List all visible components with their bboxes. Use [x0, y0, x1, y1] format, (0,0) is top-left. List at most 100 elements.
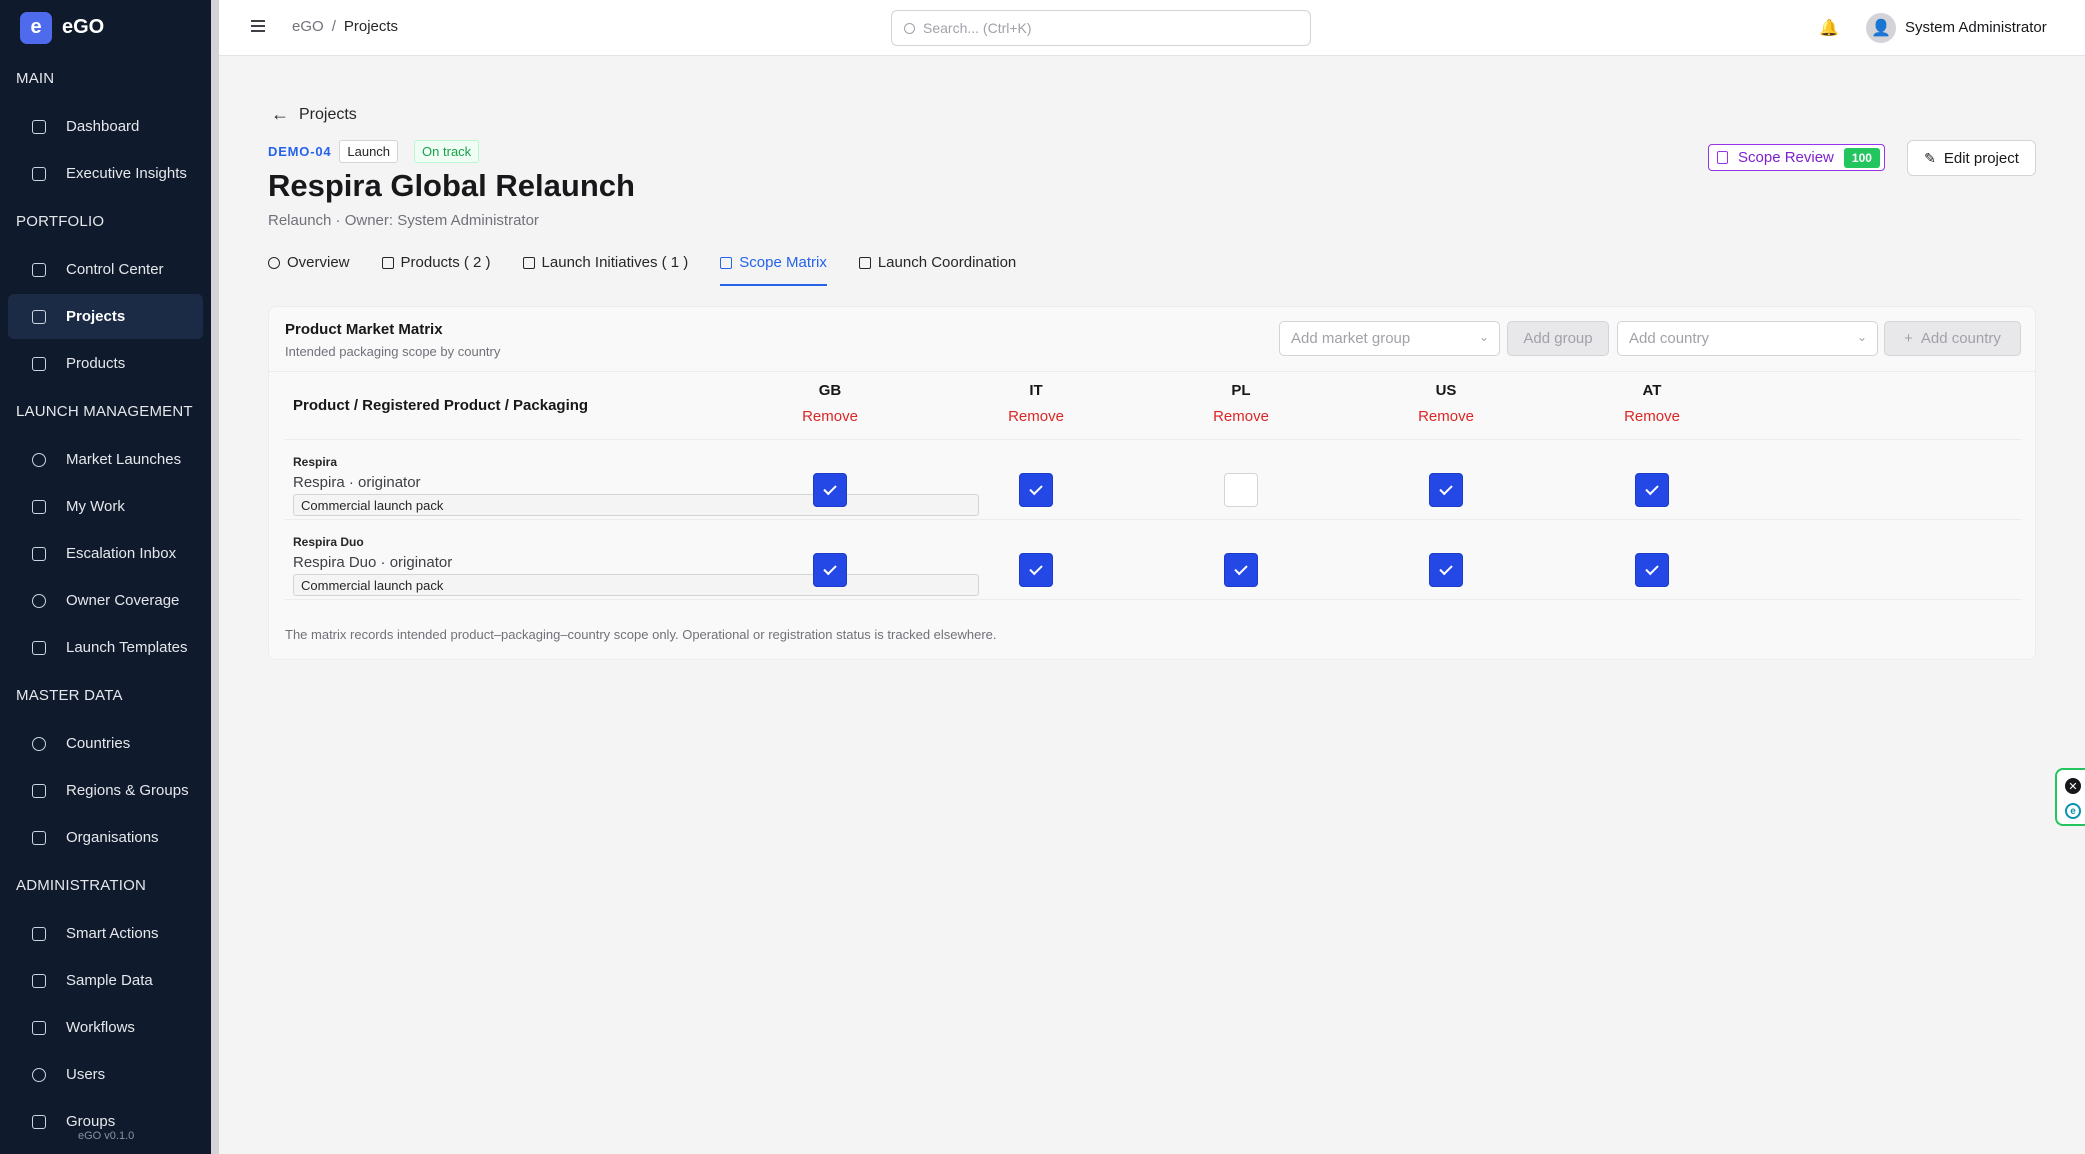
- matrix-footnote: The matrix records intended product–pack…: [285, 627, 997, 642]
- back-to-projects-link[interactable]: ← Projects: [271, 104, 357, 125]
- sidebar-item-my-work[interactable]: My Work: [8, 484, 203, 529]
- country-column-gb: GB Remove: [770, 382, 890, 425]
- sidebar-item-regions-groups[interactable]: Regions & Groups: [8, 768, 203, 813]
- sidebar-item-launch-templates[interactable]: Launch Templates: [8, 625, 203, 670]
- sidebar-item-countries[interactable]: Countries: [8, 721, 203, 766]
- sidebar-item-projects[interactable]: Projects: [8, 294, 203, 339]
- country-code: GB: [818, 382, 842, 399]
- scope-checkbox-at[interactable]: [1635, 553, 1669, 587]
- sidebar-item-products[interactable]: Products: [8, 341, 203, 386]
- status-badge: On track: [414, 140, 480, 163]
- scope-checkbox-us[interactable]: [1429, 473, 1463, 507]
- add-country-button[interactable]: + Add country: [1884, 321, 2021, 356]
- sidebar-section-administration: ADMINISTRATION: [16, 877, 147, 894]
- tab-products[interactable]: Products ( 2 ): [381, 252, 491, 286]
- brand[interactable]: e eGO: [0, 0, 211, 55]
- sidebar-resize-handle[interactable]: [211, 0, 219, 1154]
- packaging-field[interactable]: Commercial launch pack: [293, 574, 979, 596]
- sidebar-section-master-data: MASTER DATA: [16, 687, 123, 704]
- tab-overview[interactable]: Overview: [268, 252, 350, 286]
- sidebar-item-workflows[interactable]: Workflows: [8, 1005, 203, 1050]
- page-subtitle: Relaunch · Owner: System Administrator: [268, 212, 539, 229]
- sidebar-item-smart-actions[interactable]: Smart Actions: [8, 911, 203, 956]
- edit-project-button[interactable]: ✎ Edit project: [1907, 140, 2036, 176]
- remove-country-button[interactable]: Remove: [1592, 408, 1712, 425]
- remove-country-button[interactable]: Remove: [976, 408, 1096, 425]
- user-name[interactable]: System Administrator: [1905, 19, 2047, 36]
- search-input[interactable]: [923, 20, 1283, 36]
- product-market-matrix-card: Product Market Matrix Intended packaging…: [268, 306, 2036, 660]
- scope-checkbox-gb[interactable]: [813, 473, 847, 507]
- matrix-row-respira-duo: Respira Duo Respira Duo · originator Comme…: [293, 535, 979, 596]
- scope-checkbox-gb[interactable]: [813, 553, 847, 587]
- group-icon: [32, 1114, 46, 1129]
- check-icon: [1029, 481, 1043, 496]
- remove-country-button[interactable]: Remove: [1181, 408, 1301, 425]
- back-label: Projects: [299, 105, 357, 123]
- sidebar-item-owner-coverage[interactable]: Owner Coverage: [8, 578, 203, 623]
- sidebar-item-label: Sample Data: [66, 972, 153, 989]
- packaging-field[interactable]: Commercial launch pack: [293, 494, 979, 516]
- project-badges: DEMO-04 Launch On track: [268, 140, 495, 163]
- scope-checkbox-it[interactable]: [1019, 553, 1053, 587]
- country-select[interactable]: Add country ⌄: [1617, 321, 1878, 356]
- divider: [285, 439, 2021, 440]
- scope-checkbox-at[interactable]: [1635, 473, 1669, 507]
- sidebar-item-label: Users: [66, 1066, 106, 1083]
- clipboard-icon: [1717, 151, 1728, 164]
- scope-review-label: Scope Review: [1738, 149, 1834, 166]
- country-code: AT: [1642, 382, 1662, 399]
- assistant-logo-icon[interactable]: e: [2065, 803, 2081, 819]
- close-icon[interactable]: ✕: [2065, 778, 2081, 794]
- menu-toggle-icon[interactable]: [251, 20, 265, 32]
- scope-review-button[interactable]: Scope Review 100: [1708, 144, 1885, 171]
- sidebar-item-dashboard[interactable]: Dashboard: [8, 104, 203, 149]
- avatar[interactable]: 👤: [1866, 13, 1896, 43]
- scope-checkbox-pl[interactable]: [1224, 473, 1258, 507]
- breadcrumb-root[interactable]: eGO: [292, 18, 324, 35]
- scope-checkbox-pl[interactable]: [1224, 553, 1258, 587]
- remove-country-button[interactable]: Remove: [1386, 408, 1506, 425]
- sidebar-nav: MAIN Dashboard Executive Insights PORTFOLIO…: [0, 55, 211, 1144]
- sidebar-item-label: Launch Templates: [66, 639, 188, 656]
- sidebar-section-launch-management: LAUNCH MANAGEMENT: [16, 403, 193, 420]
- sidebar-item-users[interactable]: Users: [8, 1052, 203, 1097]
- sidebar-item-label: Dashboard: [66, 118, 140, 135]
- sidebar-item-label: Projects: [66, 308, 126, 325]
- tab-launch-initiatives[interactable]: Launch Initiatives ( 1 ): [522, 252, 688, 286]
- sidebar-item-escalation-inbox[interactable]: Escalation Inbox: [8, 531, 203, 576]
- remove-country-button[interactable]: Remove: [770, 408, 890, 425]
- sidebar-item-sample-data[interactable]: Sample Data: [8, 958, 203, 1003]
- app-version: eGO v0.1.0: [78, 1130, 135, 1142]
- rocket-icon: [522, 257, 535, 269]
- sidebar-item-label: Groups: [66, 1113, 116, 1130]
- bell-icon[interactable]: 🔔: [1819, 18, 1839, 38]
- page-title: Respira Global Relaunch: [268, 168, 635, 203]
- add-group-button[interactable]: Add group: [1507, 321, 1609, 356]
- sidebar-item-organisations[interactable]: Organisations: [8, 815, 203, 860]
- breadcrumb-current: Projects: [343, 18, 399, 35]
- scope-checkbox-it[interactable]: [1019, 473, 1053, 507]
- sidebar-item-label: Products: [66, 355, 126, 372]
- check-icon: [823, 561, 837, 576]
- tab-scope-matrix[interactable]: Scope Matrix: [720, 252, 827, 286]
- market-group-select[interactable]: Add market group ⌄: [1279, 321, 1500, 356]
- sidebar-item-label: Market Launches: [66, 451, 182, 468]
- sidebar-item-executive-insights[interactable]: Executive Insights: [8, 151, 203, 196]
- search-box[interactable]: [891, 10, 1311, 46]
- tab-launch-coordination[interactable]: Launch Coordination: [858, 252, 1016, 286]
- sidebar-item-label: Workflows: [66, 1019, 135, 1036]
- scope-checkbox-us[interactable]: [1429, 553, 1463, 587]
- sidebar-item-label: Owner Coverage: [66, 592, 180, 609]
- sidebar-item-label: Executive Insights: [66, 165, 187, 182]
- dashboard-icon: [32, 119, 46, 134]
- sidebar-item-control-center[interactable]: Control Center: [8, 247, 203, 292]
- topbar: eGO / Projects 🔔 👤 System Administrator: [219, 0, 2085, 56]
- plus-icon: +: [1904, 330, 1913, 347]
- divider: [269, 371, 2035, 372]
- country-code: US: [1435, 382, 1457, 399]
- sidebar-item-market-launches[interactable]: Market Launches: [8, 437, 203, 482]
- sidebar-item-label: My Work: [66, 498, 125, 515]
- escalation-icon: [32, 546, 46, 561]
- sidebar-item-label: Regions & Groups: [66, 782, 189, 799]
